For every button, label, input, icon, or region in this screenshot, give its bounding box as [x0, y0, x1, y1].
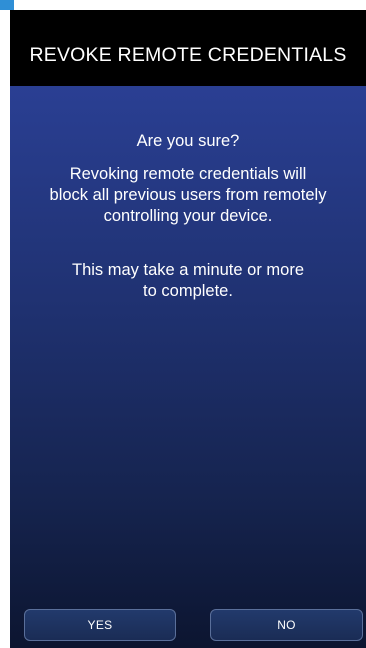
note-line: This may take a minute or more — [72, 261, 304, 279]
note-line: to complete. — [143, 282, 233, 300]
warning-message: Revoking remote credentials will block a… — [10, 164, 366, 227]
warning-line: controlling your device. — [103, 207, 273, 225]
confirm-question: Are you sure? — [136, 132, 240, 150]
corner-accent-tab — [0, 0, 14, 10]
header-bar: REVOKE REMOTE CREDENTIALS — [10, 10, 366, 86]
page-title: REVOKE REMOTE CREDENTIALS — [29, 44, 347, 66]
warning-line: Revoking remote credentials will — [69, 165, 307, 183]
no-button[interactable]: NO — [210, 609, 363, 641]
duration-note: This may take a minute or more to comple… — [10, 260, 366, 302]
warning-line: block all previous users from remotely — [49, 186, 327, 204]
yes-button[interactable]: YES — [24, 609, 176, 641]
device-screen: REVOKE REMOTE CREDENTIALS Are you sure? … — [10, 10, 366, 648]
confirmation-dialog: Are you sure? Revoking remote credential… — [10, 86, 366, 648]
